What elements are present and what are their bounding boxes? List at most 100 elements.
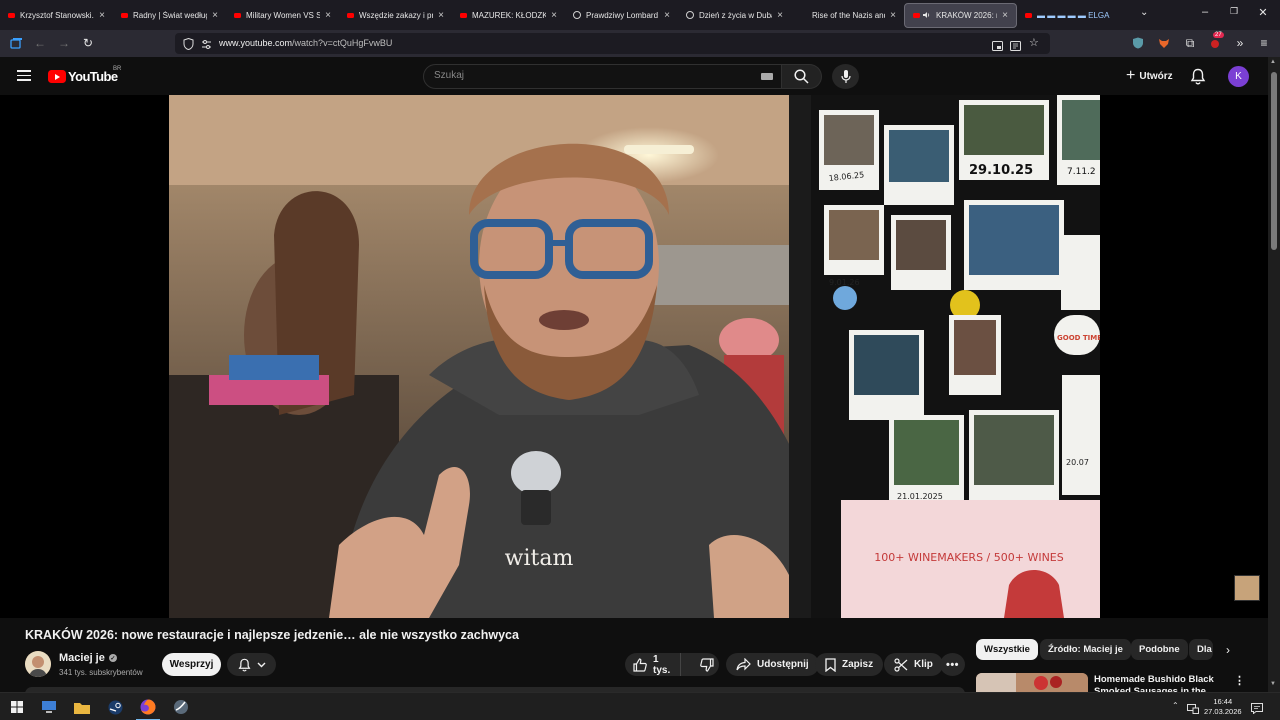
shield-icon[interactable] [183,37,194,55]
channel-avatar[interactable] [25,651,51,677]
forward-arrow-icon[interactable]: → [57,36,71,50]
page-scrollbar[interactable]: ▲ ▼ [1268,57,1280,692]
close-tab-icon[interactable]: × [775,10,785,21]
browser-tab[interactable]: Military Women VS Soldiers× [226,0,339,30]
network-icon[interactable] [1187,701,1199,719]
reader-view-icon[interactable] [1010,38,1021,56]
video-frame[interactable]: witam 18.06.25 29.10.25 7.11.2 9.01.26 G… [169,95,1100,618]
chip-from-channel[interactable]: Źródło: Maciej je [1040,639,1131,660]
tab-list-chevron-icon[interactable]: ⌄ [1140,7,1148,18]
tab-manager-icon[interactable] [9,36,23,50]
url-text: www.youtube.com/watch?v=ctQuHgFvwBU [219,38,392,48]
close-tab-icon[interactable]: × [1000,10,1010,21]
firefox-icon[interactable] [136,699,160,720]
address-bar[interactable]: www.youtube.com/watch?v=ctQuHgFvwBU ☆ [175,33,1050,54]
extension-shield-icon[interactable] [1131,36,1145,50]
keyboard-icon[interactable] [761,73,773,80]
extension-red-icon[interactable] [1208,36,1222,50]
permissions-icon[interactable] [201,37,212,55]
minimize-icon[interactable]: – [1198,6,1212,18]
tray-chevron-up-icon[interactable]: ⌃ [1172,701,1179,710]
channel-watermark[interactable] [1234,575,1260,601]
youtube-favicon-icon [8,12,15,18]
browser-tab-strip: Krzysztof Stanowski. Kanał Zero× Radny |… [0,0,1280,30]
other-app-icon[interactable] [173,699,189,715]
chevron-right-icon[interactable]: › [1219,641,1237,659]
hamburger-menu-icon[interactable] [17,70,31,81]
app-menu-icon[interactable]: ≡ [1257,36,1271,50]
speaker-icon[interactable] [923,11,931,19]
chip-all[interactable]: Wszystkie [976,639,1038,660]
overflow-chevrons-icon[interactable]: » [1233,36,1247,50]
like-count: 1 tys. [653,653,671,676]
create-button[interactable]: + Utwórz [1116,65,1183,87]
close-tab-icon[interactable]: × [549,10,559,21]
browser-tab[interactable]: Krzysztof Stanowski. Kanał Zero× [0,0,113,30]
close-tab-icon[interactable]: × [436,10,446,21]
chevron-down-icon [257,662,265,667]
clip-button[interactable]: Klip [884,653,943,676]
globe-favicon-icon [573,11,581,19]
voice-search-button[interactable] [832,64,859,89]
restore-icon[interactable]: ❐ [1227,6,1241,17]
tab-title: KRAKÓW 2026: nowe [936,10,997,20]
steam-icon[interactable] [107,699,123,715]
save-label: Zapisz [842,659,874,670]
picture-in-picture-icon[interactable] [992,38,1003,56]
taskbar-clock[interactable]: 16:44 27.03.2026 [1204,697,1242,717]
scroll-down-arrow-icon[interactable]: ▼ [1270,681,1276,687]
search-input[interactable] [434,70,734,81]
more-actions-button[interactable]: ••• [940,653,965,676]
browser-tab[interactable]: Prawdziwy Lombard × [565,0,678,30]
back-arrow-icon[interactable]: ← [33,36,47,50]
browser-tab[interactable]: Rise of the Nazis and × [791,0,904,30]
reload-icon[interactable]: ↻ [81,36,95,50]
channel-name[interactable]: Maciej je ✓ [59,652,117,664]
search-button[interactable] [782,64,822,89]
close-tab-icon[interactable]: × [662,10,672,21]
close-tab-icon[interactable]: × [210,10,220,21]
monitor-app-icon[interactable] [41,699,57,715]
browser-tab[interactable]: Dzień z życia w Dubaju× [678,0,791,30]
like-button[interactable]: 1 tys. [625,653,682,676]
browser-tab-active[interactable]: KRAKÓW 2026: nowe× [904,2,1017,28]
like-dislike-segment: 1 tys. [625,653,719,676]
extensions-puzzle-icon[interactable]: ⧉ [1183,36,1197,50]
save-button[interactable]: Zapisz [815,653,884,676]
window-close-icon[interactable]: ✕ [1256,6,1270,19]
support-button[interactable]: Wesprzyj [162,653,221,676]
notifications-bell-icon[interactable] [1190,68,1208,86]
recommendation-menu-icon[interactable]: ⋮ [1234,674,1245,687]
share-button[interactable]: Udostępnij [726,653,819,676]
browser-tab[interactable]: MAZUREK: KŁODZKO × [452,0,565,30]
browser-tab[interactable]: Radny | Świat według Kiepskich× [113,0,226,30]
dislike-button[interactable] [687,653,724,676]
account-avatar[interactable]: K [1228,66,1249,87]
scroll-up-arrow-icon[interactable]: ▲ [1270,59,1276,65]
recommendation-title[interactable]: Homemade Bushido Black Smoked Sausages i… [1094,674,1219,692]
subscription-bell-button[interactable] [227,653,276,676]
hoodie-text: witam [505,546,574,571]
extension-badge: 27 [1213,32,1224,38]
close-tab-icon[interactable]: × [97,10,107,21]
bell-icon [238,658,250,672]
browser-tab[interactable]: ▬ ▬ ▬ ▬ ▬ ELGA× [1017,0,1130,30]
close-tab-icon[interactable]: × [323,10,333,21]
video-player[interactable]: witam 18.06.25 29.10.25 7.11.2 9.01.26 G… [0,95,1268,618]
bookmark-star-icon[interactable]: ☆ [1029,36,1039,49]
windows-start-icon[interactable] [9,699,25,715]
close-tab-icon[interactable]: × [888,10,898,21]
recommendation-thumbnail[interactable] [976,673,1088,692]
file-explorer-icon[interactable] [74,699,90,715]
notifications-icon[interactable] [1251,701,1264,715]
chip-for-you[interactable]: Dla [1189,639,1213,660]
clock-date: 27.03.2026 [1204,707,1242,716]
scrollbar-thumb[interactable] [1271,72,1277,250]
os-taskbar: ⌃ 16:44 27.03.2026 [0,692,1280,720]
browser-tab[interactable]: Wszędzie zakazy i problemy× [339,0,452,30]
youtube-play-icon [48,70,66,83]
extension-fox-icon[interactable] [1157,36,1171,50]
tab-title: MAZUREK: KŁODZKO [472,10,546,20]
youtube-logo[interactable]: YouTube BR [48,66,121,84]
chip-related[interactable]: Podobne [1131,639,1188,660]
